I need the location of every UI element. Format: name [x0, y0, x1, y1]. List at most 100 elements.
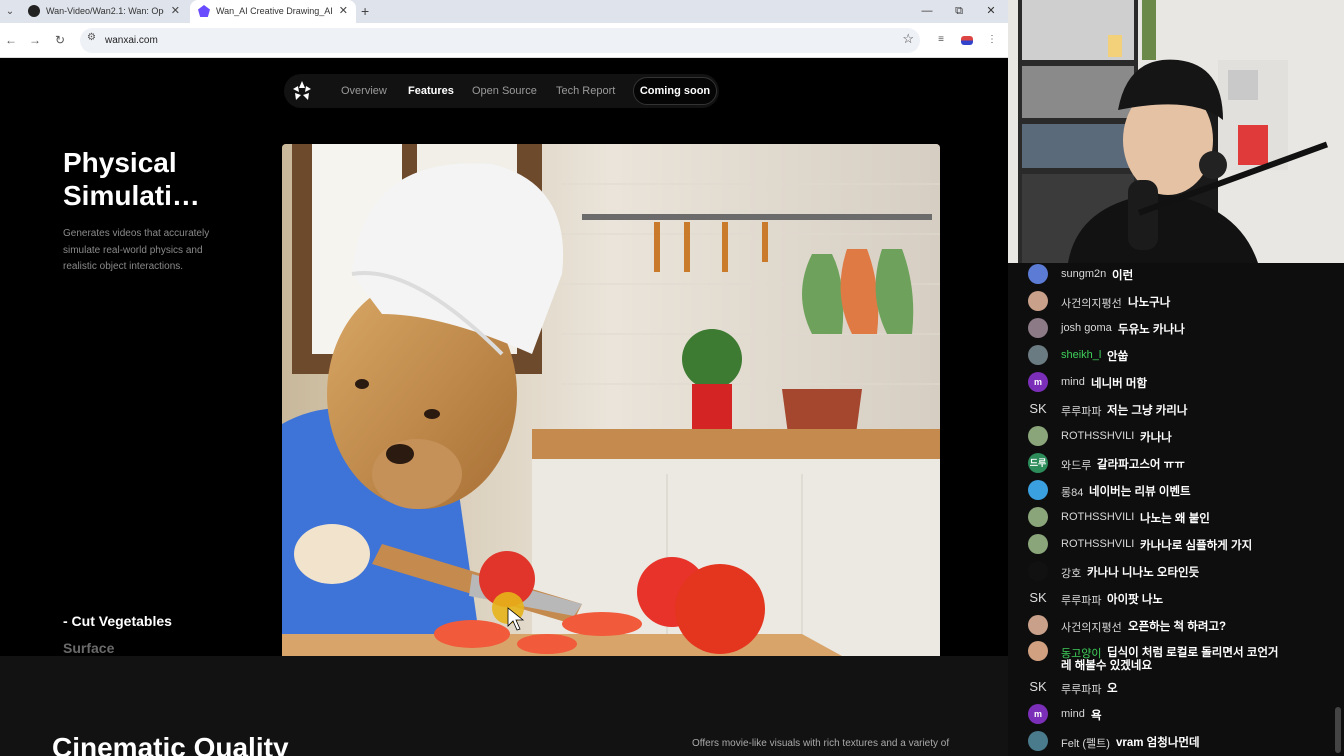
restore-button[interactable]: ⧉ — [949, 0, 969, 23]
chat-username[interactable]: sheikh_l — [1061, 349, 1101, 361]
avatar[interactable]: m — [1028, 704, 1048, 724]
chat-message: sungm2n 이런 — [1028, 263, 1334, 289]
chat-text: 네니버 머함 — [1091, 378, 1148, 390]
chat-text: 갈라파고스어 ㅠㅠ — [1097, 459, 1185, 471]
chat-text: 나노는 왜 붙인 — [1140, 513, 1210, 525]
chat-username[interactable]: ROTHSSHVILI — [1061, 511, 1134, 523]
chat-message: 동고양이 딥식이 처럼 로컬로 돌리면서 코언거 레 해볼수 있겠네요 — [1028, 640, 1334, 672]
address-bar[interactable]: ⚙ wanxai.com ☆ — [80, 28, 920, 53]
chat-message: SK 루루파파 아이팟 나노 — [1028, 587, 1334, 613]
nav-tech-report[interactable]: Tech Report — [556, 74, 615, 108]
chat-text: vram 엄청나먼데 — [1116, 737, 1200, 749]
minimize-button[interactable]: — — [917, 0, 937, 23]
tab-wan-ai[interactable]: Wan_AI Creative Drawing_AI P ✕ — [190, 0, 356, 23]
chat-text: 오픈하는 척 하려고? — [1128, 621, 1227, 633]
avatar[interactable] — [1028, 534, 1048, 554]
avatar[interactable]: SK — [1028, 677, 1048, 697]
nav-overview[interactable]: Overview — [341, 74, 387, 108]
chat-text: 안쑵 — [1107, 351, 1129, 363]
kebab-menu-icon[interactable]: ⋮ — [985, 33, 999, 47]
chat-username[interactable]: Felt (펠트) — [1061, 735, 1110, 751]
close-tab-icon[interactable]: ✕ — [339, 0, 348, 23]
feature-item-cut-vegetables[interactable]: - Cut Vegetables — [63, 613, 172, 629]
avatar[interactable] — [1028, 345, 1048, 365]
chat-message: 강호 카나나 니나노 오타인듯 — [1028, 560, 1334, 586]
avatar[interactable] — [1028, 641, 1048, 661]
media-controls-icon[interactable]: ≡ — [934, 33, 948, 47]
section-description: Generates videos that accurately simulat… — [63, 228, 210, 272]
tab-title: Wan-Video/Wan2.1: Wan: Ope — [46, 6, 164, 16]
chat-username[interactable]: 루루파파 — [1061, 681, 1101, 697]
nav-open-source[interactable]: Open Source — [472, 74, 537, 108]
chat-message: m mind 욕 — [1028, 703, 1334, 729]
avatar[interactable] — [1028, 507, 1048, 527]
arrow-left-icon[interactable]: ← — [3, 32, 19, 48]
chat-username[interactable]: 사건의지평선 — [1061, 295, 1122, 311]
avatar[interactable]: m — [1028, 372, 1048, 392]
chat-message: 롱84 네이버는 리뷰 이벤트 — [1028, 479, 1334, 505]
tab-title: Wan_AI Creative Drawing_AI P — [216, 6, 334, 16]
reload-icon[interactable]: ↻ — [52, 32, 68, 48]
avatar[interactable] — [1028, 731, 1048, 751]
github-icon — [28, 5, 40, 17]
avatar[interactable] — [1028, 426, 1048, 446]
tab-search-icon[interactable]: ⌄ — [2, 4, 18, 20]
nav-features[interactable]: Features — [408, 74, 454, 108]
chat-username[interactable]: josh goma — [1061, 322, 1112, 334]
wan-logo-icon — [198, 5, 210, 17]
chat-username[interactable]: ROTHSSHVILI — [1061, 430, 1134, 442]
tab-github[interactable]: Wan-Video/Wan2.1: Wan: Ope ✕ — [20, 0, 188, 23]
avatar[interactable] — [1028, 561, 1048, 581]
url-text[interactable]: wanxai.com — [105, 28, 158, 53]
close-window-button[interactable]: ✕ — [981, 0, 1001, 23]
tune-icon[interactable]: ⚙ — [87, 32, 96, 43]
chat-username[interactable]: 루루파파 — [1061, 403, 1101, 419]
star-icon[interactable]: ☆ — [902, 31, 914, 47]
chat-text: 저는 그냥 카리나 — [1107, 405, 1188, 417]
chat-text: 네이버는 리뷰 이벤트 — [1089, 486, 1191, 498]
chat-username[interactable]: 사건의지평선 — [1061, 619, 1122, 635]
next-section: Cinematic Quality Offers movie-like visu… — [0, 656, 1008, 756]
chat-username[interactable]: 루루파파 — [1061, 592, 1101, 608]
avatar[interactable]: SK — [1028, 588, 1048, 608]
tab-strip: ⌄ Wan-Video/Wan2.1: Wan: Ope ✕ Wan_AI Cr… — [0, 0, 1008, 23]
chat-scrollbar[interactable] — [1335, 707, 1341, 753]
coming-soon-button[interactable]: Coming soon — [633, 77, 717, 105]
chat-text: 카나나 — [1140, 432, 1172, 444]
chat-text-continued: 레 해볼수 있겠네요 — [1061, 660, 1153, 672]
chat-text: 욕 — [1091, 710, 1102, 722]
chat-username[interactable]: mind — [1061, 376, 1085, 388]
wan-logo-icon[interactable] — [290, 79, 314, 103]
avatar[interactable]: SK — [1028, 399, 1048, 419]
new-tab-button[interactable]: + — [361, 0, 369, 23]
chat-message: SK 루루파파 오 — [1028, 676, 1334, 702]
feature-video[interactable] — [282, 144, 940, 656]
chat-message: ROTHSSHVILI 나노는 왜 붙인 — [1028, 506, 1334, 532]
section-title: Physical Simulati… — [63, 147, 200, 211]
chat-username[interactable]: 롱84 — [1061, 484, 1083, 500]
chat-username[interactable]: 와드루 — [1061, 457, 1091, 473]
live-chat: sungm2n 이런사건의지평선 나노구나 josh goma 두유노 카나나 sheik… — [1008, 263, 1344, 756]
chat-message: 사건의지평선 오픈하는 척 하려고? — [1028, 614, 1334, 640]
chat-message: SK 루루파파 저는 그냥 카리나 — [1028, 398, 1334, 424]
next-section-description: Offers movie-like visuals with rich text… — [692, 738, 950, 749]
chat-message: josh goma 두유노 카나나 — [1028, 317, 1334, 343]
chat-username[interactable]: 강호 — [1061, 565, 1081, 581]
avatar[interactable] — [1028, 480, 1048, 500]
chat-username[interactable]: sungm2n — [1061, 268, 1106, 280]
profile-icon[interactable] — [961, 36, 973, 45]
chat-username[interactable]: mind — [1061, 708, 1085, 720]
avatar[interactable] — [1028, 291, 1048, 311]
avatar[interactable]: 드루 — [1028, 453, 1048, 473]
avatar[interactable] — [1028, 318, 1048, 338]
chat-text: 아이팟 나노 — [1107, 594, 1164, 606]
chat-text: 이런 — [1112, 270, 1134, 282]
chat-message: Felt (펠트) vram 엄청나먼데 — [1028, 730, 1334, 756]
chat-message: 사건의지평선 나노구나 — [1028, 290, 1334, 316]
chat-username[interactable]: ROTHSSHVILI — [1061, 538, 1134, 550]
arrow-right-icon[interactable]: → — [27, 32, 43, 48]
avatar[interactable] — [1028, 264, 1048, 284]
avatar[interactable] — [1028, 615, 1048, 635]
close-tab-icon[interactable]: ✕ — [171, 0, 180, 23]
feature-item-surface[interactable]: Surface — [63, 640, 114, 656]
